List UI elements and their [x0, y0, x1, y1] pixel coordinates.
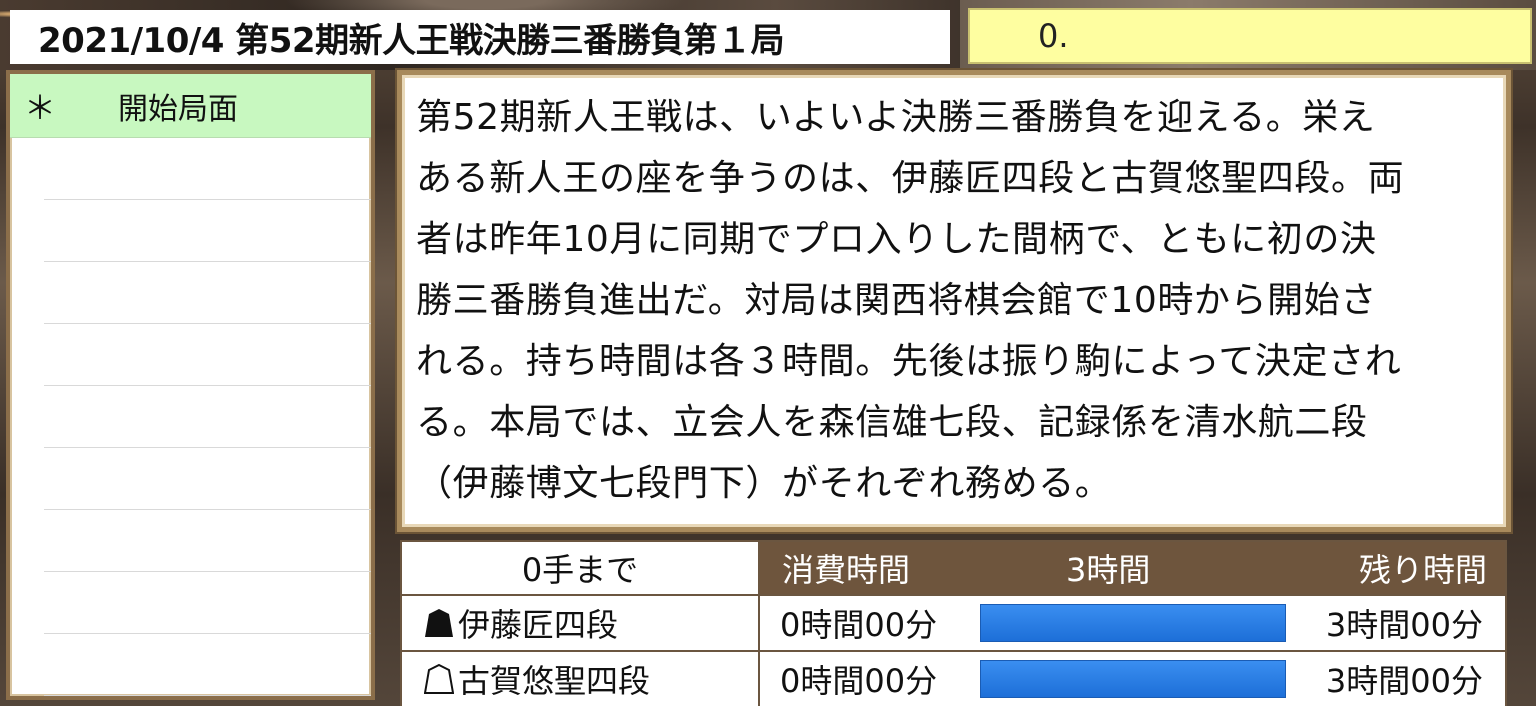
player-row-sente: 伊藤匠四段 0時間00分 3時間00分	[402, 596, 1505, 652]
current-move-text: 0.	[1038, 17, 1069, 55]
game-title-text: 2021/10/4 第52期新人王戦決勝三番勝負第１局	[38, 20, 785, 61]
game-title: 2021/10/4 第52期新人王戦決勝三番勝負第１局	[10, 10, 950, 64]
total-time-header: 3時間	[1066, 551, 1151, 589]
commentary-line: （伊藤博文七段門下）がそれぞれ務める。	[416, 463, 1112, 504]
black-shogi-piece-icon	[425, 609, 453, 637]
move-list[interactable]: ＊ 開始局面	[6, 70, 375, 700]
commentary-line: 者は昨年10月に同期でプロ入りした間柄で、ともに初の決	[416, 219, 1377, 260]
time-remaining-bar	[980, 604, 1286, 642]
remaining-time: 3時間00分	[1325, 662, 1483, 700]
move-list-item[interactable]	[44, 448, 371, 510]
move-list-item[interactable]	[44, 324, 371, 386]
move-list-item[interactable]	[44, 386, 371, 448]
commentary-line: ある新人王の座を争うのは、伊藤匠四段と古賀悠聖四段。両	[416, 158, 1405, 199]
remaining-time-header: 残り時間	[1358, 551, 1487, 589]
move-list-item[interactable]	[44, 510, 371, 572]
white-shogi-piece-icon	[424, 663, 454, 694]
commentary-panel: 第52期新人王戦は、いよいよ決勝三番勝負を迎える。栄え ある新人王の座を争うのは…	[397, 70, 1511, 532]
commentary-line: れる。持ち時間は各３時間。先後は振り駒によって決定され	[416, 341, 1402, 382]
move-list-item[interactable]	[44, 200, 371, 262]
move-list-item[interactable]	[44, 634, 371, 696]
move-list-item[interactable]	[44, 572, 371, 634]
commentary-line: る。本局では、立会人を森信雄七段、記録係を清水航二段	[416, 402, 1368, 443]
used-time-header: 消費時間	[782, 551, 911, 589]
player-name: 古賀悠聖四段	[458, 662, 651, 700]
player-row-gote: 古賀悠聖四段 0時間00分 3時間00分	[402, 652, 1505, 706]
used-time: 0時間00分	[780, 662, 938, 700]
move-list-item-start[interactable]: ＊ 開始局面	[10, 74, 371, 138]
move-label: 開始局面	[118, 91, 238, 127]
used-time: 0時間00分	[780, 606, 938, 644]
move-list-item[interactable]	[44, 262, 371, 324]
time-table: 0手まで 消費時間 3時間 残り時間 伊藤匠四段 0時間00分 3時間00分 古…	[400, 540, 1507, 706]
current-marker: ＊	[24, 88, 57, 127]
player-name: 伊藤匠四段	[458, 606, 619, 644]
time-remaining-bar	[980, 660, 1286, 698]
current-move-display: 0.	[968, 8, 1532, 64]
remaining-time: 3時間00分	[1325, 606, 1483, 644]
commentary-line: 第52期新人王戦は、いよいよ決勝三番勝負を迎える。栄え	[416, 97, 1376, 138]
moves-count-label: 0手まで	[402, 542, 760, 594]
move-list-item[interactable]	[44, 138, 371, 200]
commentary-line: 勝三番勝負進出だ。対局は関西将棋会館で10時から開始さ	[416, 280, 1377, 321]
time-table-header: 0手まで 消費時間 3時間 残り時間	[402, 542, 1505, 596]
